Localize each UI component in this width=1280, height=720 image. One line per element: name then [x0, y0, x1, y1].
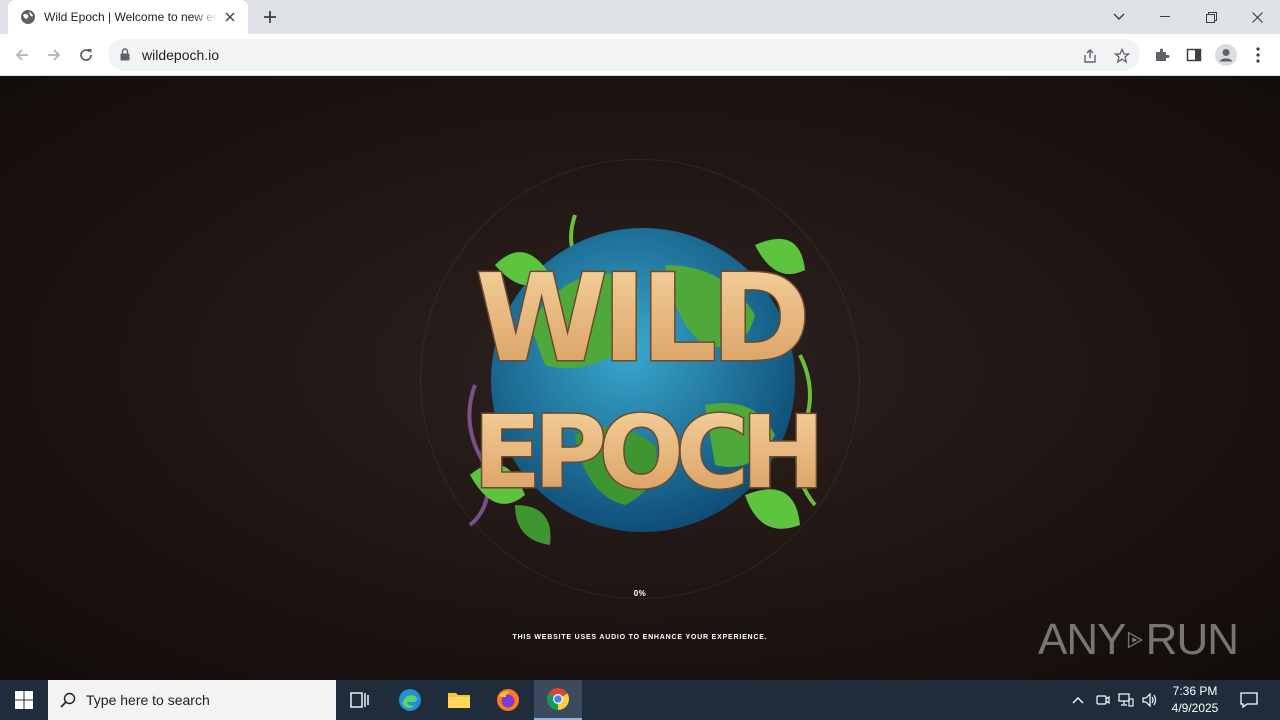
anyrun-watermark: ANY RUN [1038, 605, 1239, 675]
globe-icon [21, 10, 35, 24]
windows-taskbar: Type here to search 7:36 PM 4/9/2025 [0, 680, 1280, 720]
play-triangle-icon [1128, 631, 1144, 649]
search-placeholder: Type here to search [86, 692, 210, 708]
new-tab-button[interactable] [258, 6, 282, 28]
windows-logo-icon [15, 691, 33, 709]
taskbar-chrome[interactable] [534, 680, 582, 720]
watermark-text-right: RUN [1145, 615, 1239, 664]
back-button[interactable] [8, 41, 36, 69]
share-icon[interactable] [1080, 46, 1100, 66]
bookmark-star-icon[interactable] [1112, 46, 1132, 66]
page-viewport: WILD EPOCH 0% THIS WEBSITE USES AUDIO TO… [0, 77, 1280, 680]
minimize-button[interactable] [1142, 0, 1188, 34]
browser-menu-icon[interactable] [1246, 43, 1270, 67]
extensions-puzzle-icon[interactable] [1150, 43, 1174, 67]
edge-icon [399, 689, 421, 711]
search-icon [60, 692, 76, 708]
tab-close-icon[interactable] [222, 9, 238, 25]
taskbar-firefox[interactable] [484, 680, 532, 720]
tab-strip: Wild Epoch | Welcome to new era of gamin… [0, 0, 1280, 34]
profile-avatar-icon[interactable] [1214, 43, 1238, 67]
tab-search-chevron-icon[interactable] [1096, 0, 1142, 34]
url-text: wildepoch.io [142, 47, 220, 63]
tab-title: Wild Epoch | Welcome to new era of gamin… [44, 10, 218, 24]
address-bar[interactable]: wildepoch.io [108, 39, 1140, 71]
side-panel-icon[interactable] [1182, 43, 1206, 67]
browser-tab[interactable]: Wild Epoch | Welcome to new era of gamin… [8, 0, 248, 34]
wild-epoch-logo: WILD EPOCH [467, 214, 825, 545]
meet-now-icon[interactable] [1093, 690, 1113, 710]
network-icon[interactable] [1116, 690, 1136, 710]
task-view-button[interactable] [336, 680, 384, 720]
lock-icon [120, 48, 130, 61]
svg-text:EPOCH: EPOCH [473, 394, 817, 511]
taskbar-search-box[interactable]: Type here to search [48, 680, 336, 720]
svg-text:WILD: WILD [475, 250, 804, 389]
loading-progress-text: 0% [633, 589, 647, 598]
volume-icon[interactable] [1140, 690, 1160, 710]
watermark-text-left: ANY [1038, 615, 1126, 664]
forward-button[interactable] [40, 41, 68, 69]
reload-button[interactable] [72, 41, 100, 69]
folder-icon [448, 693, 470, 708]
restore-button[interactable] [1188, 0, 1234, 34]
tray-overflow-chevron-icon[interactable] [1068, 690, 1088, 710]
taskbar-edge[interactable] [386, 680, 434, 720]
start-button[interactable] [0, 680, 48, 720]
taskbar-clock[interactable]: 7:36 PM 4/9/2025 [1164, 683, 1226, 717]
firefox-icon [497, 689, 519, 711]
task-view-icon [350, 692, 369, 708]
notification-icon [1240, 692, 1258, 708]
taskbar-file-explorer[interactable] [435, 680, 483, 720]
close-window-button[interactable] [1234, 0, 1280, 34]
audio-notice-text: THIS WEBSITE USES AUDIO TO ENHANCE YOUR … [512, 634, 768, 641]
browser-toolbar: wildepoch.io [0, 34, 1280, 76]
chrome-icon [547, 688, 569, 710]
clock-time: 7:36 PM [1172, 684, 1218, 698]
clock-date: 4/9/2025 [1171, 701, 1219, 715]
notification-center-button[interactable] [1234, 680, 1264, 720]
